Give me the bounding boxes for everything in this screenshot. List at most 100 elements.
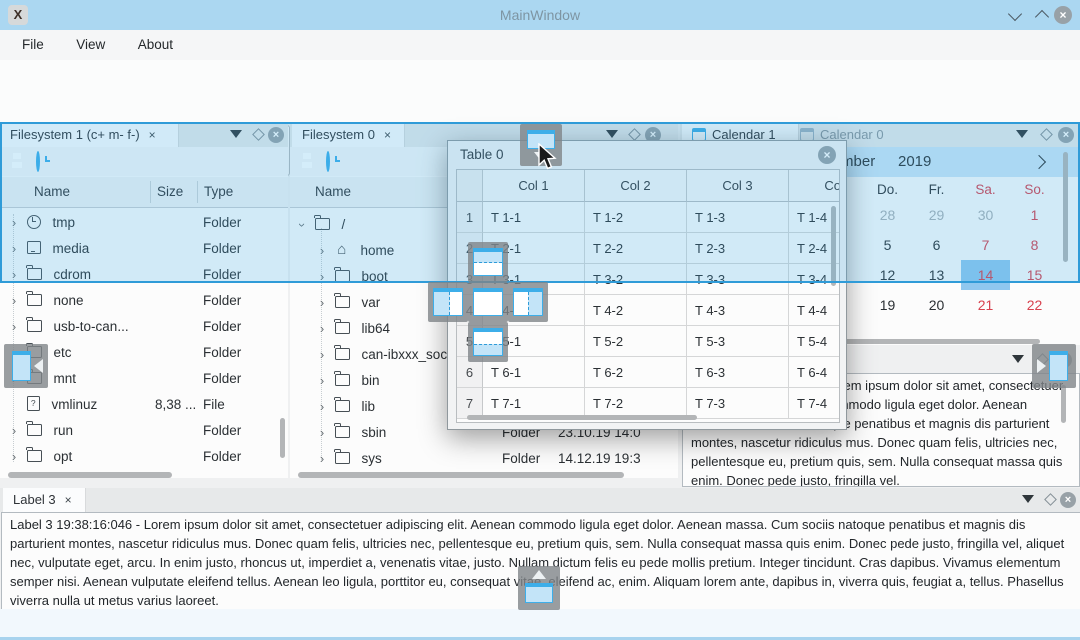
file-type-icon <box>335 426 350 438</box>
calendar-day[interactable]: 21 <box>961 290 1010 320</box>
dock-indicator-left-outer[interactable] <box>4 344 48 388</box>
row-type: Folder <box>203 314 241 340</box>
menu-view[interactable]: View <box>70 30 111 60</box>
file-type-icon <box>27 424 42 436</box>
table-cell[interactable]: T 5-3 <box>687 326 789 357</box>
table-cell[interactable]: T 7-4 <box>789 388 840 419</box>
calendar-day[interactable]: 22 <box>1010 290 1059 320</box>
expander-icon[interactable]: › <box>316 290 328 316</box>
dock-indicator-right[interactable] <box>508 282 548 322</box>
table-cell[interactable]: T 5-2 <box>585 326 687 357</box>
row-name: etc <box>54 345 72 360</box>
right-label-vscrollbar[interactable] <box>1061 385 1066 423</box>
tab-label-3[interactable]: Label 3 × <box>3 488 86 512</box>
dock-indicator-bottom[interactable] <box>468 322 508 362</box>
window-title: MainWindow <box>0 0 1080 30</box>
table-row[interactable]: › opt Folder <box>0 444 288 470</box>
row-type: Folder <box>203 444 241 470</box>
table-cell[interactable]: T 6-2 <box>585 357 687 388</box>
status-strip <box>0 609 1080 637</box>
tab-close-icon[interactable]: × <box>65 493 72 507</box>
expander-icon[interactable]: › <box>316 368 328 394</box>
file-type-icon <box>27 294 42 306</box>
file-type-icon <box>335 322 350 334</box>
expander-icon[interactable]: › <box>8 314 20 340</box>
table-cell[interactable]: T 4-2 <box>585 295 687 326</box>
file-type-icon <box>27 320 42 332</box>
row-name: run <box>54 423 74 438</box>
row-name: sys <box>362 451 382 466</box>
label3-menu-icon[interactable] <box>1022 495 1034 503</box>
dock-indicator-top[interactable] <box>468 242 508 282</box>
table-row[interactable]: › usb-to-can... Folder <box>0 314 288 340</box>
expander-icon[interactable]: › <box>8 288 20 314</box>
row-name: mnt <box>54 371 77 386</box>
table-row[interactable]: vmlinuz 8,38 ... File <box>0 392 288 418</box>
row-name: opt <box>54 449 73 464</box>
table-row[interactable]: › sys Folder 14.12.19 19:3 <box>290 446 678 472</box>
table-cell[interactable]: T 6-3 <box>687 357 789 388</box>
dock-indicator-bottom-outer[interactable] <box>518 566 560 610</box>
row-type: File <box>203 392 225 418</box>
row-type: Folder <box>502 446 540 472</box>
file-type-icon <box>335 348 350 360</box>
app-icon: X <box>8 5 28 25</box>
close-icon: × <box>1065 494 1071 506</box>
table-row: 5 T 5-1 T 5-2 T 5-3 T 5-4 <box>457 326 839 357</box>
label3-tabbar <box>0 488 1080 512</box>
table-row: 6 T 6-1 T 6-2 T 6-3 T 6-4 <box>457 357 839 388</box>
file-type-icon <box>27 396 40 411</box>
menu-file[interactable]: File <box>16 30 50 60</box>
file-type-icon <box>335 452 350 464</box>
calendar-day[interactable]: 20 <box>912 290 961 320</box>
table-row[interactable]: › run Folder <box>0 418 288 444</box>
calendar-day[interactable]: 19 <box>863 290 912 320</box>
row-name: var <box>362 295 381 310</box>
expander-icon[interactable]: › <box>316 446 328 472</box>
table-cell[interactable]: T 5-4 <box>789 326 840 357</box>
table-cell[interactable]: T 4-3 <box>687 295 789 326</box>
dock-indicator-left[interactable] <box>428 282 468 322</box>
table-cell[interactable]: T 6-4 <box>789 357 840 388</box>
expander-icon[interactable]: › <box>316 394 328 420</box>
arrow-left-icon <box>34 359 43 373</box>
row-size: 8,38 ... <box>155 392 196 418</box>
file-type-icon <box>335 374 350 386</box>
titlebar[interactable]: MainWindow X × <box>0 0 1080 31</box>
table-cell[interactable]: T 4-4 <box>789 295 840 326</box>
row-name: sbin <box>362 425 387 440</box>
fs1-hscrollbar[interactable] <box>8 472 172 478</box>
menu-about[interactable]: About <box>132 30 179 60</box>
toolbar: Save State Restore State Default Create … <box>0 60 1080 123</box>
table-row[interactable]: › none Folder <box>0 288 288 314</box>
dock-indicator-right-outer[interactable] <box>1032 344 1076 388</box>
dock-indicator-center[interactable] <box>468 282 508 322</box>
expander-icon[interactable]: › <box>8 418 20 444</box>
close-icon: × <box>1059 8 1066 22</box>
label3-close-button[interactable]: × <box>1060 492 1076 508</box>
row-type: Folder <box>203 288 241 314</box>
tab-label-3-label: Label 3 <box>13 492 56 507</box>
row-name: none <box>54 293 84 308</box>
row-name: bin <box>362 373 380 388</box>
file-type-icon <box>335 296 350 308</box>
row-name: lib <box>362 399 376 414</box>
table-cell[interactable]: T 7-3 <box>687 388 789 419</box>
file-type-icon <box>27 450 42 462</box>
row-name: can-ibxxx_sock. <box>362 347 458 362</box>
expander-icon[interactable]: › <box>316 316 328 342</box>
menubar: File View About <box>0 30 1080 60</box>
row-type: Folder <box>203 418 241 444</box>
table0-hscrollbar[interactable] <box>467 415 697 420</box>
arrow-right-icon <box>1037 359 1046 373</box>
expander-icon[interactable]: › <box>316 420 328 446</box>
row-name: lib64 <box>362 321 391 336</box>
expander-icon[interactable]: › <box>8 444 20 470</box>
window-close-button[interactable]: × <box>1054 6 1072 24</box>
fs0-hscrollbar[interactable] <box>298 472 624 478</box>
arrow-up-icon <box>532 570 546 579</box>
right-label-menu-icon[interactable] <box>1012 355 1024 363</box>
row-name: usb-to-can... <box>54 319 129 334</box>
fs1-vscrollbar[interactable] <box>280 418 285 458</box>
expander-icon[interactable]: › <box>316 342 328 368</box>
